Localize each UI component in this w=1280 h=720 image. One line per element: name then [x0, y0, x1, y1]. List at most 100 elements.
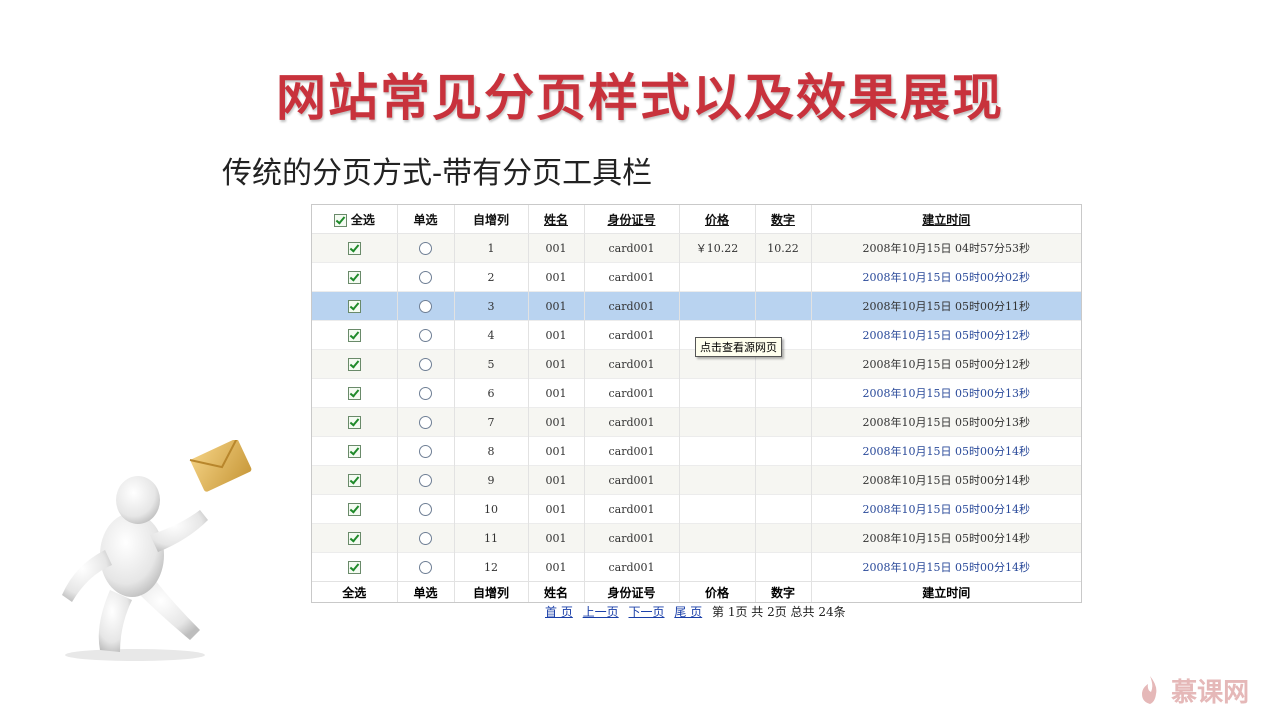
cell-price	[679, 291, 756, 321]
radio-icon[interactable]	[419, 502, 432, 516]
radio-icon[interactable]	[419, 299, 432, 313]
table-row[interactable]: 6 001 card001 2008年10月15日 05时00分13秒	[312, 378, 1081, 408]
pager-last-link[interactable]: 尾 页	[674, 605, 702, 619]
cell-created-time: 2008年10月15日 05时00分12秒	[811, 349, 1081, 379]
checkbox-checked-icon[interactable]	[347, 270, 361, 284]
checkbox-checked-icon[interactable]	[347, 328, 361, 342]
row-checkbox-cell[interactable]	[312, 407, 398, 437]
envelope-icon	[189, 437, 252, 492]
checkbox-checked-icon[interactable]	[347, 299, 361, 313]
checkbox-checked-icon[interactable]	[347, 560, 361, 574]
table-row[interactable]: 3 001 card001 2008年10月15日 05时00分11秒	[312, 291, 1081, 321]
radio-icon[interactable]	[419, 357, 432, 371]
row-checkbox-cell[interactable]	[312, 378, 398, 408]
table-row[interactable]: 7 001 card001 2008年10月15日 05时00分13秒	[312, 407, 1081, 437]
cell-id: 11	[454, 523, 529, 553]
table-row[interactable]: 1 001 card001 ￥10.22 10.22 2008年10月15日 04时57分…	[312, 233, 1081, 263]
header-id-card[interactable]: 身份证号	[584, 205, 680, 234]
cell-id: 9	[454, 465, 529, 495]
row-checkbox-cell[interactable]	[312, 552, 398, 582]
header-name-link[interactable]: 姓名	[544, 213, 568, 227]
cell-number	[755, 465, 812, 495]
row-radio-cell[interactable]	[397, 262, 455, 292]
row-radio-cell[interactable]	[397, 436, 455, 466]
pager-next-link[interactable]: 下一页	[629, 605, 665, 619]
radio-icon[interactable]	[419, 444, 432, 458]
cell-id-card: card001	[584, 552, 680, 582]
checkbox-checked-icon[interactable]	[347, 531, 361, 545]
row-radio-cell[interactable]	[397, 494, 455, 524]
checkbox-checked-icon[interactable]	[333, 213, 347, 227]
header-created[interactable]: 建立时间	[811, 205, 1081, 234]
header-number[interactable]: 数字	[755, 205, 812, 234]
cell-name: 001	[528, 552, 585, 582]
mascot-figure	[40, 437, 270, 674]
radio-icon[interactable]	[419, 328, 432, 342]
pager-status: 第 1页 共 2页 总共 24条	[712, 605, 846, 619]
checkbox-checked-icon[interactable]	[347, 502, 361, 516]
cell-name: 001	[528, 465, 585, 495]
row-radio-cell[interactable]	[397, 552, 455, 582]
radio-icon[interactable]	[419, 415, 432, 429]
row-checkbox-cell[interactable]	[312, 262, 398, 292]
table-row[interactable]: 9 001 card001 2008年10月15日 05时00分14秒	[312, 465, 1081, 495]
row-radio-cell[interactable]	[397, 320, 455, 350]
table-row[interactable]: 10 001 card001 2008年10月15日 05时00分14秒	[312, 494, 1081, 524]
cell-number	[755, 436, 812, 466]
radio-icon[interactable]	[419, 241, 432, 255]
row-radio-cell[interactable]	[397, 523, 455, 553]
row-checkbox-cell[interactable]	[312, 291, 398, 321]
cell-number	[755, 378, 812, 408]
row-radio-cell[interactable]	[397, 349, 455, 379]
cell-name: 001	[528, 407, 585, 437]
checkbox-checked-icon[interactable]	[347, 357, 361, 371]
header-created-link[interactable]: 建立时间	[922, 213, 970, 227]
pager-first-link[interactable]: 首 页	[545, 605, 573, 619]
checkbox-checked-icon[interactable]	[347, 473, 361, 487]
header-select-all[interactable]: 全选	[312, 205, 398, 234]
row-radio-cell[interactable]	[397, 233, 455, 263]
cell-created-time: 2008年10月15日 05时00分14秒	[811, 465, 1081, 495]
row-checkbox-cell[interactable]	[312, 320, 398, 350]
cell-price	[679, 407, 756, 437]
row-checkbox-cell[interactable]	[312, 494, 398, 524]
cell-id: 2	[454, 262, 529, 292]
cell-price	[679, 552, 756, 582]
pager-prev-link[interactable]: 上一页	[583, 605, 619, 619]
cell-number: 10.22	[755, 233, 812, 263]
header-price[interactable]: 价格	[679, 205, 756, 234]
table-body: 1 001 card001 ￥10.22 10.22 2008年10月15日 04时57分…	[312, 233, 1081, 582]
cell-number	[755, 494, 812, 524]
row-checkbox-cell[interactable]	[312, 523, 398, 553]
row-radio-cell[interactable]	[397, 378, 455, 408]
cell-name: 001	[528, 262, 585, 292]
checkbox-checked-icon[interactable]	[347, 415, 361, 429]
header-id-card-link[interactable]: 身份证号	[607, 213, 655, 227]
header-price-link[interactable]: 价格	[705, 213, 729, 227]
radio-icon[interactable]	[419, 560, 432, 574]
footer-created: 建立时间	[811, 581, 1081, 602]
table-row[interactable]: 12 001 card001 2008年10月15日 05时00分14秒	[312, 552, 1081, 582]
header-auto-inc: 自增列	[454, 205, 529, 234]
row-checkbox-cell[interactable]	[312, 349, 398, 379]
header-name[interactable]: 姓名	[528, 205, 585, 234]
table-row[interactable]: 8 001 card001 2008年10月15日 05时00分14秒	[312, 436, 1081, 466]
slide-subtitle: 传统的分页方式-带有分页工具栏	[222, 156, 653, 191]
row-checkbox-cell[interactable]	[312, 233, 398, 263]
row-checkbox-cell[interactable]	[312, 436, 398, 466]
checkbox-checked-icon[interactable]	[347, 444, 361, 458]
radio-icon[interactable]	[419, 473, 432, 487]
radio-icon[interactable]	[419, 270, 432, 284]
table-row[interactable]: 11 001 card001 2008年10月15日 05时00分14秒	[312, 523, 1081, 553]
row-radio-cell[interactable]	[397, 407, 455, 437]
table-row[interactable]: 2 001 card001 2008年10月15日 05时00分02秒	[312, 262, 1081, 292]
checkbox-checked-icon[interactable]	[347, 241, 361, 255]
row-checkbox-cell[interactable]	[312, 465, 398, 495]
header-number-link[interactable]: 数字	[771, 213, 795, 227]
row-radio-cell[interactable]	[397, 291, 455, 321]
radio-icon[interactable]	[419, 386, 432, 400]
row-radio-cell[interactable]	[397, 465, 455, 495]
radio-icon[interactable]	[419, 531, 432, 545]
checkbox-checked-icon[interactable]	[347, 386, 361, 400]
cell-name: 001	[528, 233, 585, 263]
